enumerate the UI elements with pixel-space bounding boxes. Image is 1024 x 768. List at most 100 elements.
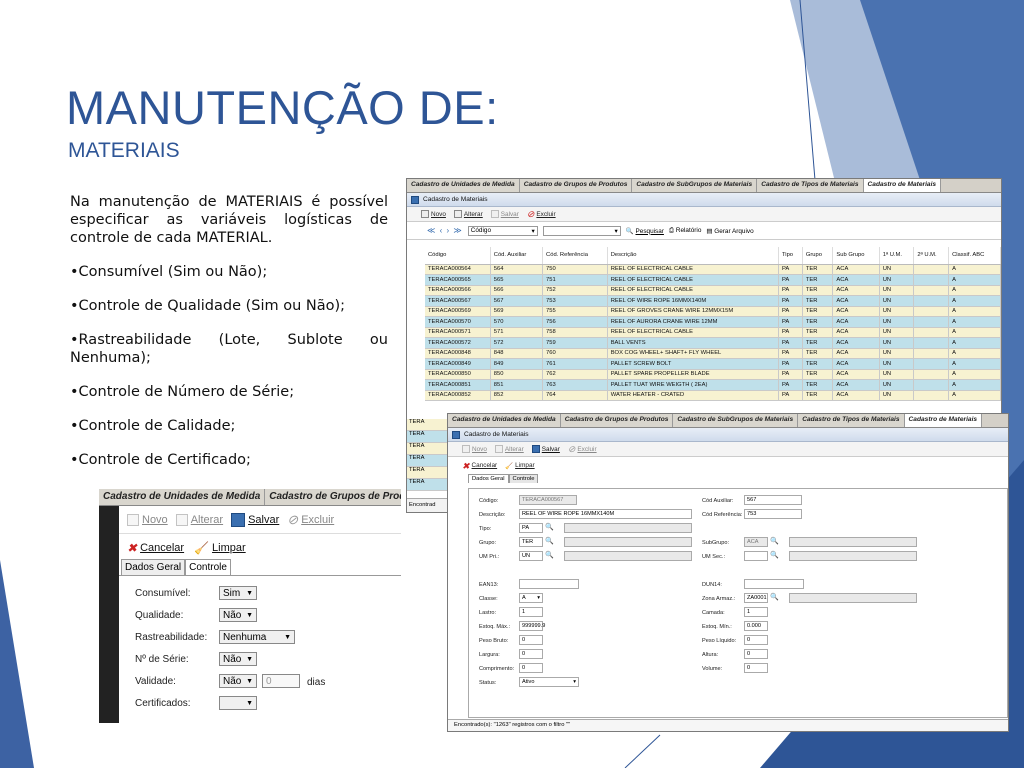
- table-row[interactable]: TERACA000851 851 763 PALLET TUAT WIRE WEIGT…: [425, 379, 1001, 391]
- col-tipo-header[interactable]: Tipo: [778, 247, 803, 265]
- obscured-row[interactable]: TERA: [407, 455, 450, 467]
- col-subgrupo-header[interactable]: Sub Grupo: [832, 247, 880, 265]
- pesobruto-field[interactable]: 0: [519, 635, 543, 645]
- col-cod-ref-header[interactable]: Cód. Referência: [542, 247, 608, 265]
- consumivel-select[interactable]: Sim ▼: [219, 586, 257, 600]
- tab-unidades[interactable]: Cadastro de Unidades de Medida: [99, 489, 266, 505]
- tab-subgrupos[interactable]: Cadastro de SubGrupos de Materiais: [673, 414, 799, 427]
- limpar-button[interactable]: 🧹 Limpar: [505, 462, 535, 470]
- table-row[interactable]: TERACA000569 569 755 REEL OF GROVES CRANE W…: [425, 306, 1001, 317]
- certificados-select[interactable]: ▼: [219, 696, 257, 710]
- search-input[interactable]: ▾: [542, 225, 621, 236]
- subtab-dados-geral[interactable]: Dados Geral: [121, 559, 186, 575]
- salvar-button[interactable]: Salvar: [531, 445, 560, 453]
- altura-field[interactable]: 0: [744, 649, 768, 659]
- col-abc-header[interactable]: Classif. ABC: [948, 247, 1001, 265]
- cod-aux-field[interactable]: 567: [744, 495, 802, 505]
- table-row[interactable]: TERACA000571 571 758 REEL OF ELECTRICAL CAB…: [425, 327, 1001, 338]
- col-um2-header[interactable]: 2ª U.M.: [913, 247, 950, 265]
- table-row[interactable]: TERACA000852 852 764 WATER HEATER - CRATED P…: [425, 390, 1001, 401]
- qualidade-select[interactable]: Não ▼: [219, 608, 257, 622]
- search-icon[interactable]: 🔍: [770, 551, 779, 559]
- search-icon[interactable]: 🔍: [770, 593, 779, 601]
- dun14-field[interactable]: [744, 579, 804, 589]
- col-descricao-header[interactable]: Descrição: [607, 247, 779, 265]
- tab-grupos[interactable]: Cadastro de Grupos de Produtos: [560, 414, 674, 427]
- gerar-arquivo-button[interactable]: ▤ Gerar Arquivo: [706, 227, 753, 235]
- umpri-field[interactable]: UN: [519, 551, 543, 561]
- search-icon[interactable]: 🔍: [545, 551, 554, 559]
- obscured-row[interactable]: TERA: [407, 443, 450, 455]
- obscured-row[interactable]: TERA: [407, 467, 450, 479]
- table-row[interactable]: TERACA000566 566 752 REEL OF ELECTRICAL CAB…: [425, 285, 1001, 296]
- serie-select[interactable]: Não ▼: [219, 652, 257, 666]
- table-row[interactable]: TERACA000850 850 762 PALLET SPARE PROPELLER…: [425, 369, 1001, 380]
- validade-select[interactable]: Não ▼: [219, 674, 257, 688]
- table-row[interactable]: TERACA000564 564 750 REEL OF ELECTRICAL CAB…: [425, 264, 1001, 275]
- subtab-controle[interactable]: Controle: [508, 474, 539, 483]
- ean13-field[interactable]: [519, 579, 579, 589]
- cancelar-button[interactable]: ✖ Cancelar: [127, 542, 184, 554]
- novo-button[interactable]: Novo: [127, 513, 168, 526]
- estoqmin-field[interactable]: 0.000: [744, 621, 768, 631]
- tab-tipos[interactable]: Cadastro de Tipos de Materiais: [798, 414, 905, 427]
- salvar-button[interactable]: Salvar: [490, 210, 519, 218]
- search-icon[interactable]: 🔍: [545, 523, 554, 531]
- pesquisar-button[interactable]: 🔍 Pesquisar: [626, 227, 664, 235]
- tab-grupos[interactable]: Cadastro de Grupos de Produtos: [519, 179, 633, 192]
- novo-button[interactable]: Novo: [421, 210, 446, 218]
- excluir-button[interactable]: ⊘ Excluir: [287, 513, 334, 526]
- cod-ref-field[interactable]: 753: [744, 509, 802, 519]
- cancelar-button[interactable]: ✖ Cancelar: [462, 461, 497, 470]
- table-row[interactable]: TERACA000565 565 751 REEL OF ELECTRICAL CAB…: [425, 274, 1001, 286]
- salvar-button[interactable]: Salvar: [231, 512, 279, 527]
- alterar-button[interactable]: Alterar: [175, 513, 223, 526]
- status-select[interactable]: Ativo ▾: [519, 677, 579, 687]
- obscured-row[interactable]: TERA: [407, 419, 450, 431]
- tab-materiais[interactable]: Cadastro de Materiais: [863, 179, 942, 192]
- largura-field[interactable]: 0: [519, 649, 543, 659]
- excluir-button[interactable]: ⊘ Excluir: [527, 210, 556, 219]
- tab-subgrupos[interactable]: Cadastro de SubGrupos de Materiais: [632, 179, 758, 192]
- table-row[interactable]: TERACA000848 848 760 BOX COG WHEEL+ SHAFT+ …: [425, 348, 1001, 359]
- classe-select[interactable]: A ▾: [519, 593, 543, 603]
- novo-button[interactable]: Novo: [462, 445, 487, 453]
- tab-unidades[interactable]: Cadastro de Unidades de Medida: [407, 179, 520, 192]
- col-um1-header[interactable]: 1ª U.M.: [879, 247, 915, 265]
- tab-tipos[interactable]: Cadastro de Tipos de Materiais: [757, 179, 864, 192]
- table-row[interactable]: TERACA000570 570 756 REEL OF AURORA CRANE W…: [425, 316, 1001, 328]
- col-grupo-header[interactable]: Grupo: [802, 247, 834, 265]
- tab-unidades[interactable]: Cadastro de Unidades de Medida: [448, 414, 561, 427]
- pesoliq-field[interactable]: 0: [744, 635, 768, 645]
- volume-field[interactable]: 0: [744, 663, 768, 673]
- search-field-select[interactable]: Código ▾: [467, 225, 538, 236]
- col-cod-aux-header[interactable]: Cód. Auxiliar: [490, 247, 544, 265]
- tipo-field[interactable]: PA: [519, 523, 543, 533]
- subtab-dados-geral[interactable]: Dados Geral: [468, 474, 509, 483]
- validade-dias-field[interactable]: 0: [262, 674, 300, 688]
- umsec-field[interactable]: [744, 551, 768, 561]
- rastreabilidade-select[interactable]: Nenhuma ▼: [219, 630, 295, 644]
- lastro-field[interactable]: 1: [519, 607, 543, 617]
- limpar-button[interactable]: 🧹 Limpar: [194, 541, 246, 555]
- codigo-field[interactable]: TERACA000567: [519, 495, 577, 505]
- tab-grupos[interactable]: Cadastro de Grupos de Produtos: [265, 489, 401, 505]
- obscured-row[interactable]: TERA: [407, 431, 450, 443]
- grupo-field[interactable]: TER: [519, 537, 543, 547]
- tab-materiais[interactable]: Cadastro de Materiais: [904, 414, 983, 427]
- estoqmax-field[interactable]: 999999.9: [519, 621, 545, 631]
- excluir-button[interactable]: ⊘ Excluir: [568, 445, 597, 454]
- camada-field[interactable]: 1: [744, 607, 768, 617]
- search-icon[interactable]: 🔍: [770, 537, 779, 545]
- search-icon[interactable]: 🔍: [545, 537, 554, 545]
- table-row[interactable]: TERACA000567 567 753 REEL OF WIRE ROPE 16MM…: [425, 295, 1001, 307]
- comprimento-field[interactable]: 0: [519, 663, 543, 673]
- zona-field[interactable]: ZA0001: [744, 593, 768, 603]
- table-row[interactable]: TERACA000572 572 759 BALL VENTS PA TER ACA UN A: [425, 337, 1001, 349]
- alterar-button[interactable]: Alterar: [494, 445, 524, 453]
- table-row[interactable]: TERACA000849 849 761 PALLET SCREW BOLT PA TER…: [425, 358, 1001, 370]
- record-nav-arrows[interactable]: ≪ ‹ › ≫: [427, 226, 463, 235]
- subgrupo-field[interactable]: ACA: [744, 537, 768, 547]
- alterar-button[interactable]: Alterar: [453, 210, 483, 218]
- obscured-row[interactable]: TERA: [407, 479, 450, 491]
